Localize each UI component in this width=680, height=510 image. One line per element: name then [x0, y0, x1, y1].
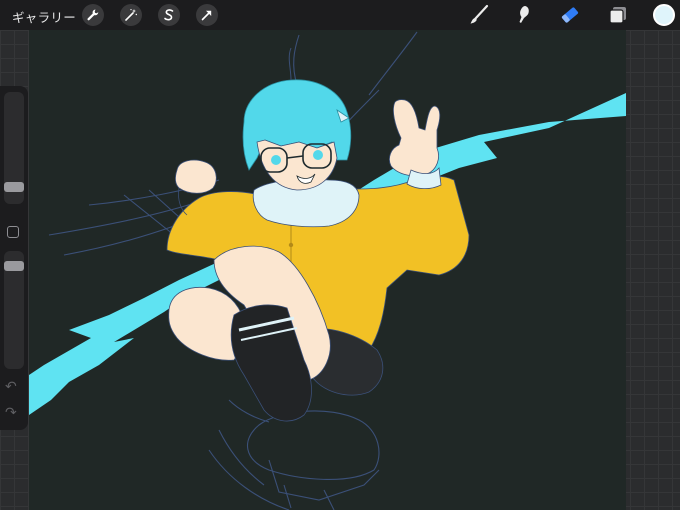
brush-tool-button[interactable] — [467, 3, 491, 27]
eraser-tool-button[interactable] — [558, 3, 582, 27]
undo-icon[interactable]: ↶ — [5, 380, 17, 394]
opacity-slider[interactable] — [4, 251, 24, 369]
artwork-illustration — [29, 31, 626, 510]
brush-size-handle[interactable] — [4, 182, 24, 192]
left-fist — [174, 159, 217, 194]
peace-hand — [389, 99, 441, 177]
smudge-icon — [519, 6, 529, 23]
color-picker-button[interactable] — [653, 4, 675, 26]
transform-button[interactable] — [196, 4, 218, 26]
drawing-canvas[interactable] — [29, 30, 626, 510]
eraser-icon — [561, 7, 579, 23]
layers-button[interactable] — [606, 3, 630, 27]
smudge-tool-button[interactable] — [512, 3, 536, 27]
gallery-button[interactable]: ギャラリー — [12, 7, 76, 26]
selection-button[interactable] — [158, 4, 180, 26]
selection-s-icon — [164, 9, 174, 21]
brush-size-slider[interactable] — [4, 92, 24, 204]
opacity-handle[interactable] — [4, 261, 24, 271]
wrench-icon — [87, 9, 99, 21]
redo-icon[interactable]: ↷ — [5, 406, 17, 420]
modifier-button[interactable] — [7, 226, 19, 238]
transform-arrow-icon — [201, 10, 212, 21]
layers-icon — [609, 7, 626, 24]
left-sidebar: ↶ ↷ — [0, 86, 28, 430]
magic-wand-icon — [125, 9, 137, 21]
actions-button[interactable] — [82, 4, 104, 26]
brush-icon — [470, 4, 489, 24]
adjustments-button[interactable] — [120, 4, 142, 26]
top-toolbar: ギャラリー — [0, 0, 680, 30]
